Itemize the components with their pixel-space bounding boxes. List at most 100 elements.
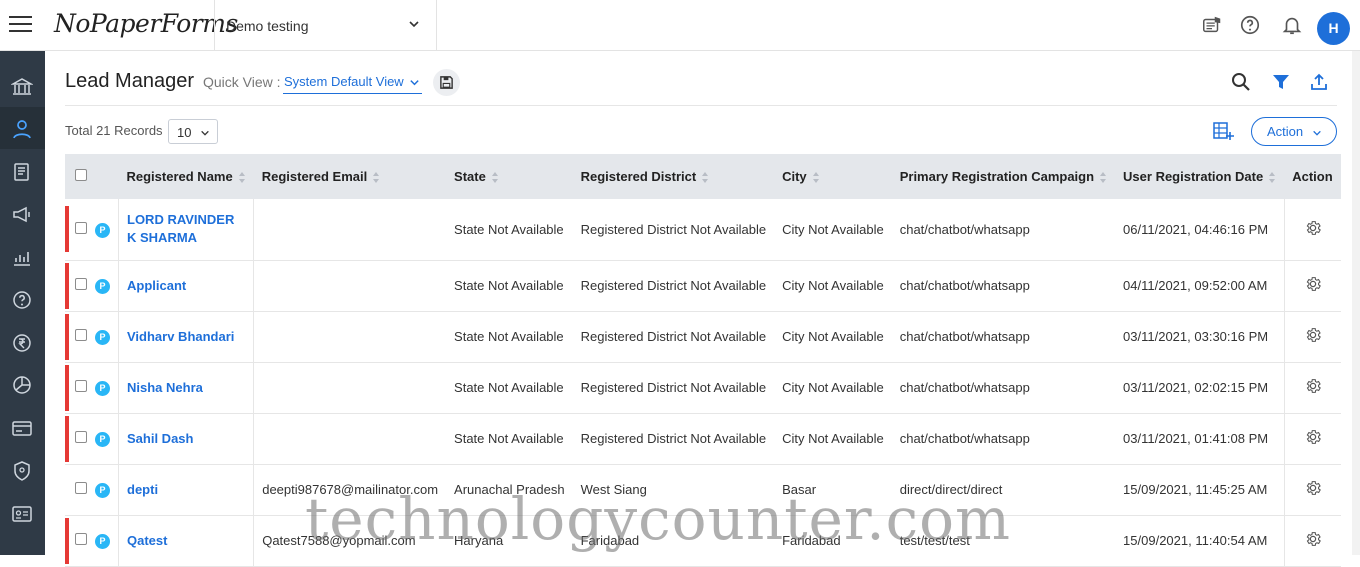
sort-icon[interactable] <box>1099 171 1107 184</box>
column-header-city[interactable]: City <box>774 154 892 199</box>
search-icon[interactable] <box>1230 71 1252 93</box>
date-cell: 03/11/2021, 01:41:08 PM <box>1115 413 1285 465</box>
table-row[interactable]: P Vidharv Bhandari State Not Available Regi… <box>65 311 1341 363</box>
state-cell: State Not Available <box>446 413 573 465</box>
top-bar: NoPaperForms Demo testing H <box>0 0 1360 51</box>
table-row[interactable]: P Applicant State Not Available Registered … <box>65 260 1341 312</box>
rupee-icon <box>13 334 31 352</box>
lead-name-link[interactable]: Applicant <box>127 278 186 293</box>
email-cell <box>253 362 447 414</box>
column-header-district[interactable]: Registered District <box>573 154 774 199</box>
sidebar <box>0 51 45 555</box>
institute-select[interactable]: Demo testing <box>214 0 437 51</box>
scrollbar[interactable] <box>1352 51 1360 555</box>
district-cell: Registered District Not Available <box>572 311 775 363</box>
sort-icon[interactable] <box>812 171 820 184</box>
lead-name-link[interactable]: Sahil Dash <box>127 431 193 446</box>
column-header-email[interactable]: Registered Email <box>254 154 446 199</box>
lead-name-link[interactable]: LORD RAVINDER K SHARMA <box>127 212 234 245</box>
sidebar-item-campaigns[interactable] <box>0 192 45 234</box>
sidebar-item-security[interactable] <box>0 449 45 491</box>
lead-name-link[interactable]: Qatest <box>127 533 167 548</box>
page-size-select[interactable]: 10 <box>168 119 218 144</box>
p-badge: P <box>95 432 110 447</box>
email-cell <box>253 260 447 312</box>
sort-icon[interactable] <box>372 171 380 184</box>
row-checkbox[interactable] <box>75 380 87 392</box>
gear-icon[interactable] <box>1304 530 1322 548</box>
table-row[interactable]: Pdepti deepti987678@mailinator.com Arunach… <box>65 464 1341 516</box>
gear-icon[interactable] <box>1304 219 1322 237</box>
city-cell: City Not Available <box>774 362 892 414</box>
email-cell <box>253 311 447 363</box>
table-row[interactable]: P Nisha Nehra State Not Available Registere… <box>65 362 1341 414</box>
gear-icon[interactable] <box>1304 326 1322 344</box>
email-cell: deepti987678@mailinator.com <box>253 464 447 516</box>
city-cell: City Not Available <box>774 311 892 363</box>
date-cell: 04/11/2021, 09:52:00 AM <box>1115 260 1285 312</box>
chevron-down-icon <box>201 130 209 136</box>
document-icon <box>14 163 29 181</box>
p-badge: P <box>95 483 110 498</box>
column-header-date[interactable]: User Registration Date <box>1115 154 1284 199</box>
sort-icon[interactable] <box>491 171 499 184</box>
city-cell: Faridabad <box>774 515 892 567</box>
bell-icon[interactable] <box>1281 14 1303 36</box>
sidebar-item-analytics[interactable] <box>0 235 45 277</box>
sidebar-item-institution[interactable] <box>0 65 45 107</box>
sidebar-item-profile[interactable] <box>0 492 45 534</box>
table-row[interactable]: P Qatest Qatest7588@yopmail.com Haryana Fari… <box>65 515 1341 567</box>
lead-name-link[interactable]: Nisha Nehra <box>127 380 203 395</box>
header-divider <box>65 105 1337 106</box>
sort-icon[interactable] <box>1268 171 1276 184</box>
column-header-state[interactable]: State <box>446 154 573 199</box>
sidebar-item-payments[interactable] <box>0 321 45 363</box>
sidebar-item-forms[interactable] <box>0 150 45 192</box>
menu-icon[interactable] <box>9 16 32 34</box>
sidebar-item-cards[interactable] <box>0 406 45 448</box>
table-row[interactable]: P Sahil Dash State Not Available Registered… <box>65 413 1341 465</box>
add-column-icon[interactable] <box>1211 119 1235 143</box>
table-row[interactable]: P LORD RAVINDER K SHARMA State Not Availab… <box>65 199 1341 261</box>
row-checkbox[interactable] <box>75 221 87 234</box>
gear-icon[interactable] <box>1304 377 1322 395</box>
row-checkbox[interactable] <box>75 329 87 341</box>
sidebar-item-reports[interactable] <box>0 363 45 405</box>
row-checkbox[interactable] <box>75 278 87 290</box>
sort-icon[interactable] <box>238 171 246 184</box>
gear-icon[interactable] <box>1304 275 1322 293</box>
column-header-campaign[interactable]: Primary Registration Campaign <box>892 154 1115 199</box>
help-icon[interactable] <box>1239 14 1261 36</box>
announcement-icon[interactable] <box>1201 14 1223 36</box>
quick-view-label: Quick View : <box>203 74 281 90</box>
campaign-cell: test/test/test <box>891 515 1116 567</box>
id-card-icon <box>12 506 32 522</box>
city-cell: City Not Available <box>774 260 892 312</box>
campaign-cell: chat/chatbot/whatsapp <box>891 260 1116 312</box>
email-cell: Qatest7588@yopmail.com <box>253 515 447 567</box>
app-logo[interactable]: NoPaperForms <box>54 9 238 38</box>
city-cell: City Not Available <box>774 199 892 261</box>
page-size-value: 10 <box>177 125 192 140</box>
save-view-button[interactable] <box>433 69 460 96</box>
column-header-name[interactable]: Registered Name <box>119 154 254 199</box>
gear-icon[interactable] <box>1304 479 1322 497</box>
lead-name-link[interactable]: depti <box>127 482 158 497</box>
row-checkbox[interactable] <box>75 482 87 494</box>
p-badge: P <box>95 222 110 238</box>
quick-view-select[interactable]: System Default View <box>283 71 422 94</box>
action-button[interactable]: Action <box>1251 117 1337 146</box>
export-icon[interactable] <box>1308 71 1330 93</box>
filter-icon[interactable] <box>1270 71 1292 93</box>
row-checkbox[interactable] <box>75 533 87 545</box>
sidebar-item-leads[interactable] <box>0 107 45 149</box>
user-icon <box>13 120 31 139</box>
gear-icon[interactable] <box>1304 428 1322 446</box>
sidebar-item-help[interactable] <box>0 278 45 320</box>
avatar[interactable]: H <box>1317 12 1350 45</box>
select-all-checkbox[interactable] <box>75 169 87 181</box>
sort-icon[interactable] <box>701 171 709 184</box>
lead-name-link[interactable]: Vidharv Bhandari <box>127 329 234 344</box>
district-cell: Registered District Not Available <box>572 413 775 465</box>
row-checkbox[interactable] <box>75 431 87 443</box>
